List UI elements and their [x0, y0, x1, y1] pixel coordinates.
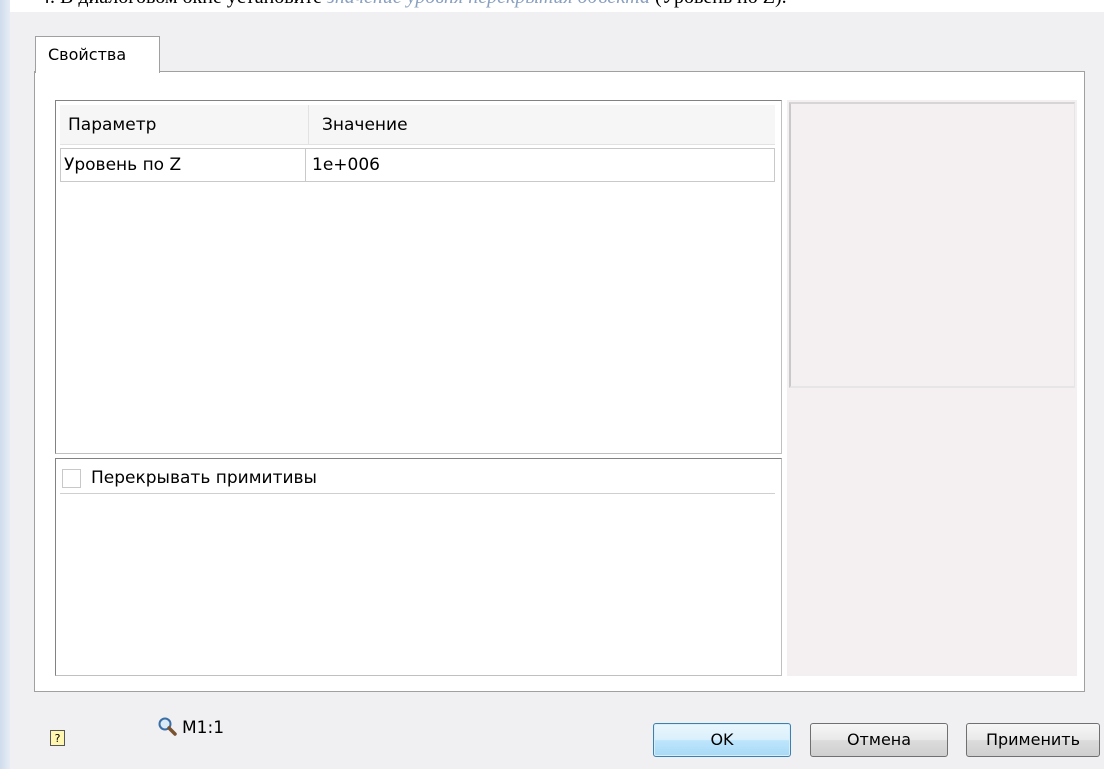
instruction-suffix: (Уровень по Z).: [650, 0, 787, 8]
tab-panel: Параметр Значение Уровень по Z 1e+006 Пе…: [34, 71, 1085, 692]
tab-properties[interactable]: Свойства: [35, 36, 160, 73]
window-edge: [0, 0, 10, 769]
options-list: Перекрывать примитивы: [55, 458, 782, 676]
zoom-indicator[interactable]: M1:1: [157, 716, 224, 738]
column-header-parameter[interactable]: Параметр: [60, 105, 309, 144]
zoom-label: M1:1: [182, 718, 225, 738]
table-row[interactable]: Уровень по Z 1e+006: [60, 148, 775, 182]
option-row[interactable]: Перекрывать примитивы: [60, 463, 775, 494]
instruction-text: 4. В диалоговом окне установите значение…: [0, 0, 1104, 12]
properties-dialog: Свойства Параметр Значение Уровень по Z …: [10, 12, 1104, 769]
parameter-grid: Параметр Значение Уровень по Z 1e+006: [55, 100, 782, 454]
instruction-prefix: 4. В диалоговом окне установите: [40, 0, 327, 8]
column-header-value[interactable]: Значение: [310, 105, 775, 144]
cancel-button[interactable]: Отмена: [810, 723, 948, 757]
magnifier-icon: [158, 717, 177, 736]
preview-panel: [787, 100, 1077, 676]
preview-area: [789, 102, 1075, 388]
apply-button[interactable]: Применить: [966, 723, 1100, 757]
tab-properties-label: Свойства: [48, 45, 127, 64]
ok-button[interactable]: OK: [653, 723, 791, 757]
help-icon[interactable]: ?: [50, 730, 65, 746]
overlap-primitives-label[interactable]: Перекрывать примитивы: [91, 463, 317, 493]
row-value-cell[interactable]: 1e+006: [309, 149, 769, 181]
row-parameter-cell: Уровень по Z: [61, 149, 306, 181]
instruction-italic: значение уровня перекрытия объекта: [327, 0, 650, 8]
overlap-primitives-checkbox[interactable]: [62, 469, 81, 488]
grid-header: Параметр Значение: [60, 105, 775, 145]
